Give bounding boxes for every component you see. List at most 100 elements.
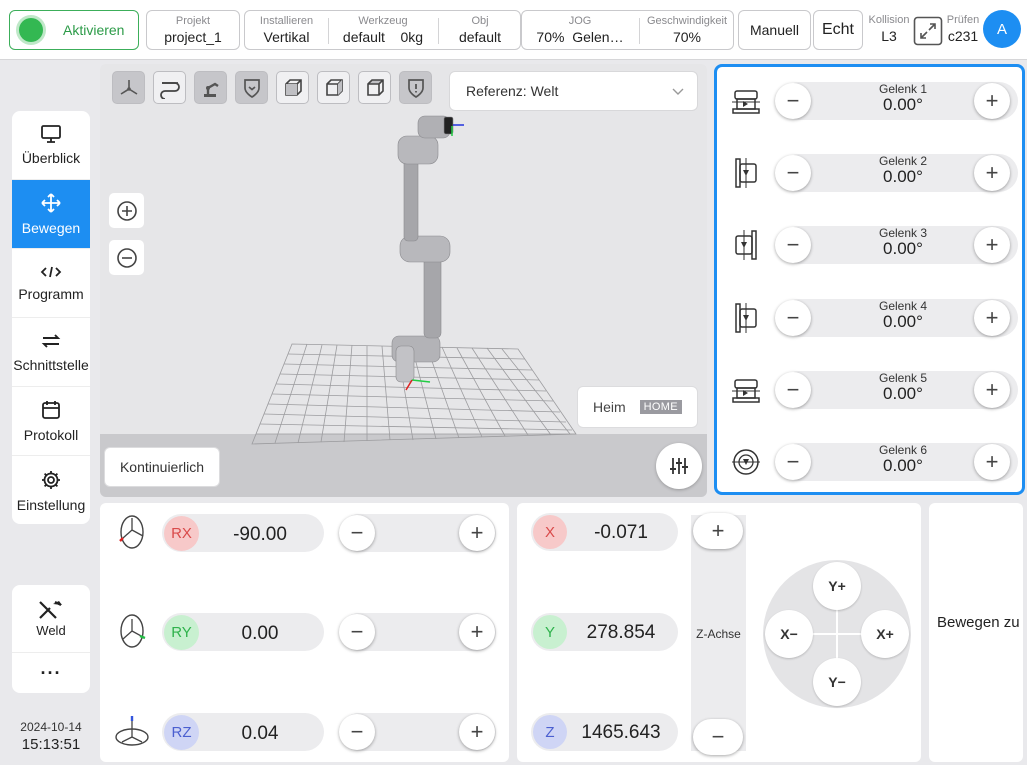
rz-axis-icon — [115, 716, 149, 746]
joint-base-icon — [732, 90, 760, 114]
settings-sliders-button[interactable] — [656, 443, 702, 489]
clock: 2024-10-14 15:13:51 — [12, 720, 90, 753]
nav-item-settings[interactable]: Einstellung — [12, 456, 90, 524]
weld-label: Weld — [36, 623, 66, 638]
joint-plus-button[interactable]: + — [974, 227, 1010, 263]
nav-item-move[interactable]: Bewegen — [12, 180, 90, 249]
real-mode-button[interactable]: Echt — [813, 10, 863, 50]
ry-plus-button[interactable]: + — [459, 614, 495, 650]
check-status[interactable]: Prüfen c231 — [944, 14, 982, 45]
joint-minus-button[interactable]: − — [775, 372, 811, 408]
joint-minus-button[interactable]: − — [775, 300, 811, 336]
joint-row: Gelenk 1 0.00° − + — [726, 79, 1018, 123]
collision-value: L3 — [881, 28, 897, 44]
x-plus-button[interactable]: X+ — [861, 610, 909, 658]
joint-plus-button[interactable]: + — [974, 155, 1010, 191]
rotation-row: RY 0.00 − + — [100, 607, 509, 657]
date-text: 2024-10-14 — [20, 720, 82, 734]
speed-key: Geschwindigkeit — [646, 15, 728, 27]
manual-button[interactable]: Manuell — [738, 10, 811, 50]
nav-label: Einstellung — [16, 496, 86, 513]
move-to-button[interactable]: Bewegen zu — [929, 503, 1023, 762]
joint-plus-button[interactable]: + — [974, 372, 1010, 408]
nav-item-program[interactable]: Programm — [12, 249, 90, 318]
x-minus-button[interactable]: X− — [765, 610, 813, 658]
expand-icon[interactable] — [913, 16, 943, 46]
user-avatar[interactable]: A — [983, 10, 1021, 48]
joint-plus-button[interactable]: + — [974, 300, 1010, 336]
tcp-axes — [451, 124, 464, 136]
y-minus-button[interactable]: Y− — [813, 658, 861, 706]
collision-status[interactable]: Kollision L3 — [866, 14, 912, 45]
nav-label: Schnittstelle — [13, 357, 89, 373]
install-key: Installieren — [259, 15, 314, 27]
activate-button[interactable]: Aktivieren — [9, 10, 139, 50]
z-axis-label: Z-Achse — [696, 627, 741, 641]
rx-value: -90.00 — [233, 524, 287, 545]
secondary-nav: Weld ··· — [12, 585, 90, 693]
activate-label: Aktivieren — [63, 22, 125, 38]
rx-plus-button[interactable]: + — [459, 515, 495, 551]
joint-plus-button[interactable]: + — [974, 444, 1010, 480]
joint-minus-button[interactable]: − — [775, 155, 811, 191]
obj-key: Obj — [471, 15, 489, 27]
obj-selector[interactable]: Obj default — [439, 15, 521, 46]
nav-label: Bewegen — [21, 220, 81, 236]
joint-minus-button[interactable]: − — [775, 227, 811, 263]
joint-row: Gelenk 5 0.00° − + — [726, 368, 1018, 412]
time-text: 15:13:51 — [21, 736, 81, 753]
continuous-mode-button[interactable]: Kontinuierlich — [104, 447, 220, 487]
nav-item-log[interactable]: Protokoll — [12, 387, 90, 456]
joint-wrist1-icon — [735, 303, 757, 333]
weld-torch-icon — [39, 601, 62, 619]
nav-item-interface[interactable]: Schnittstelle — [12, 318, 90, 387]
ry-chip: RY — [164, 615, 199, 650]
nav-label: Protokoll — [23, 427, 79, 443]
x-row: X -0.071 — [531, 513, 678, 551]
more-button[interactable]: ··· — [12, 653, 90, 693]
home-button[interactable]: Heim HOME — [577, 386, 698, 428]
joint-elbow-icon — [735, 230, 757, 260]
rz-plus-button[interactable]: + — [459, 714, 495, 750]
obj-value: default — [458, 29, 502, 45]
robot-3d-view[interactable]: Referenz: Welt Heim HOME Kontinuierlich — [100, 64, 707, 497]
ry-minus-button[interactable]: − — [339, 614, 375, 650]
z-chip: Z — [533, 715, 567, 749]
swap-icon — [41, 334, 61, 348]
move-icon — [41, 193, 61, 213]
tool-selector[interactable]: Werkzeug default 0kg — [329, 15, 437, 46]
speed-selector[interactable]: Geschwindigkeit 70% — [640, 15, 734, 46]
code-icon — [40, 266, 62, 278]
z-plus-button[interactable]: + — [693, 513, 743, 549]
rz-chip: RZ — [164, 715, 199, 750]
joint-row: Gelenk 4 0.00° − + — [726, 296, 1018, 340]
nav-label: Programm — [18, 286, 84, 302]
rz-minus-button[interactable]: − — [339, 714, 375, 750]
calendar-icon — [42, 401, 60, 419]
x-chip: X — [533, 515, 567, 549]
status-dot-icon — [19, 18, 43, 42]
joint-wrist2-icon — [732, 379, 760, 403]
rx-minus-button[interactable]: − — [339, 515, 375, 551]
joint-minus-button[interactable]: − — [775, 83, 811, 119]
joint-plus-button[interactable]: + — [974, 83, 1010, 119]
y-plus-button[interactable]: Y+ — [813, 562, 861, 610]
joint-shoulder-icon — [735, 158, 757, 188]
install-selector[interactable]: Installieren Vertikal — [245, 15, 328, 46]
tool-key: Werkzeug — [358, 15, 408, 27]
nav-label: Überblick — [21, 150, 81, 166]
project-selector[interactable]: Projekt project_1 — [146, 10, 240, 50]
ry-value: 0.00 — [241, 623, 279, 644]
nav-item-overview[interactable]: Überblick — [12, 111, 90, 180]
jog-selector[interactable]: JOG 70% Gelen… — [522, 15, 638, 46]
install-value: Vertikal — [263, 29, 310, 45]
joint-minus-button[interactable]: − — [775, 444, 811, 480]
ry-axis-icon — [120, 614, 146, 648]
rotation-row: RZ 0.04 − + — [100, 707, 509, 757]
speed-value: 70% — [672, 29, 702, 45]
home-tag: HOME — [639, 400, 682, 414]
jog-value: 70% Gelen… — [536, 29, 624, 45]
rotation-row: RX -90.00 − + — [100, 508, 509, 558]
weld-button[interactable]: Weld — [12, 585, 90, 653]
z-minus-button[interactable]: − — [693, 719, 743, 755]
